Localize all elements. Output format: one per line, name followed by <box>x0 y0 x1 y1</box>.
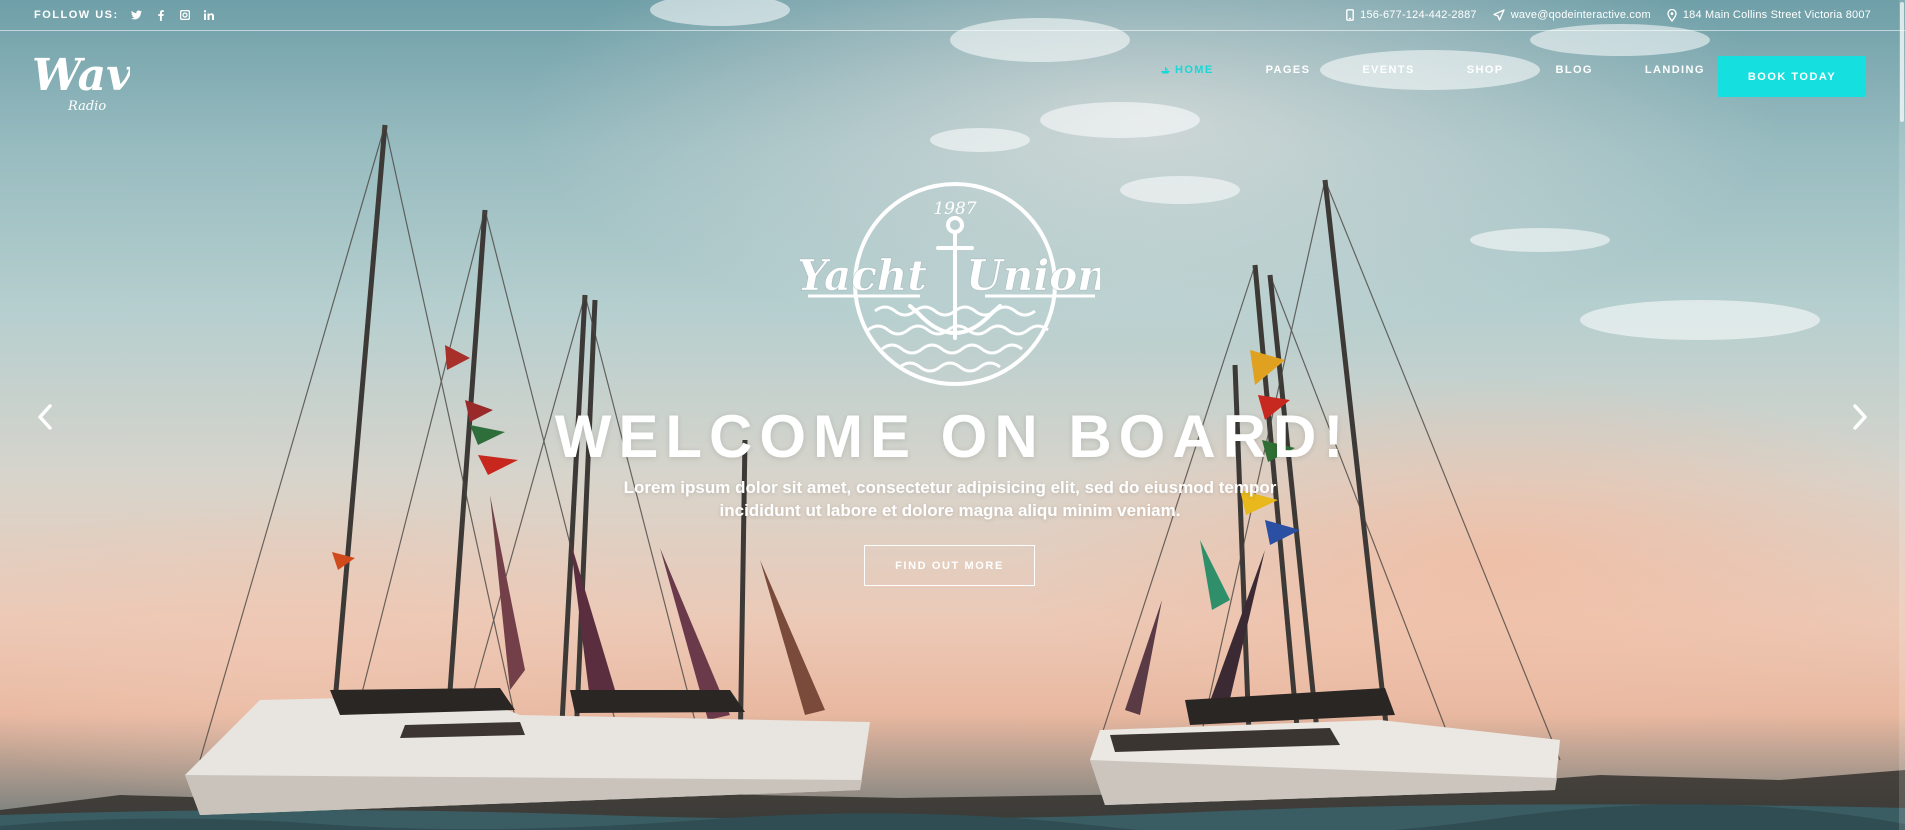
instagram-icon[interactable] <box>179 9 191 21</box>
find-out-more-button[interactable]: FIND OUT MORE <box>864 545 1035 586</box>
nav-item-shop[interactable]: SHOP <box>1467 64 1504 76</box>
nav-label-events: EVENTS <box>1362 64 1415 76</box>
follow-label: FOLLOW US: <box>34 9 119 21</box>
phone-icon <box>1346 9 1355 21</box>
contact-info: 156-677-124-442-2887 wave@qodeinteractiv… <box>1346 8 1871 22</box>
scrollbar-thumb[interactable] <box>1900 2 1904 122</box>
send-icon <box>1493 9 1505 21</box>
page-scrollbar[interactable] <box>1899 0 1905 830</box>
top-bar: FOLLOW US: 156-677-124-442-2887 wave@qod… <box>0 0 1905 31</box>
address-text: 184 Main Collins Street Victoria 8007 <box>1682 9 1871 21</box>
map-pin-icon <box>1667 8 1677 22</box>
facebook-icon[interactable] <box>155 9 167 21</box>
linkedin-icon[interactable] <box>203 9 215 21</box>
nav-label-blog: BLOG <box>1555 64 1593 76</box>
main-navigation: HOME PAGES EVENTS SHOP BLOG LANDING <box>1160 64 1757 76</box>
boat-icon <box>1161 66 1170 74</box>
nav-item-home[interactable]: HOME <box>1160 64 1214 76</box>
social-follow: FOLLOW US: <box>34 9 215 21</box>
nav-label-pages: PAGES <box>1265 64 1311 76</box>
badge-year: 1987 <box>933 199 976 219</box>
chevron-left-icon <box>38 404 52 430</box>
logo-subtext: Radio <box>67 99 106 114</box>
email-contact[interactable]: wave@qodeinteractive.com <box>1493 9 1651 21</box>
nav-item-blog[interactable]: BLOG <box>1556 64 1593 76</box>
chevron-right-icon <box>1853 404 1867 430</box>
hero-subtext: Lorem ipsum dolor sit amet, consectetur … <box>610 476 1290 522</box>
phone-text: 156-677-124-442-2887 <box>1360 9 1477 21</box>
slider-prev-arrow[interactable] <box>34 402 56 432</box>
site-logo[interactable]: Wave Radio <box>30 38 160 118</box>
address-contact: 184 Main Collins Street Victoria 8007 <box>1667 8 1871 22</box>
nav-label-shop: SHOP <box>1466 64 1504 76</box>
hero-subtext-line-2: incididunt ut labore et dolore magna ali… <box>719 501 1181 520</box>
nav-item-landing[interactable]: LANDING <box>1645 64 1705 76</box>
hero-headline: WELCOME ON BOARD! <box>554 403 1351 470</box>
logo-wordmark: Wave <box>32 50 130 101</box>
badge-left-word: Yacht <box>800 251 927 300</box>
nav-item-pages[interactable]: PAGES <box>1266 64 1311 76</box>
yacht-union-badge: 1987 Yacht Union <box>797 178 1108 388</box>
email-text: wave@qodeinteractive.com <box>1510 9 1651 21</box>
hero-subtext-line-1: Lorem ipsum dolor sit amet, consectetur … <box>623 478 1277 497</box>
slider-next-arrow[interactable] <box>1849 402 1871 432</box>
book-today-button[interactable]: BOOK TODAY <box>1718 56 1866 97</box>
badge-right-word: Union <box>966 251 1100 300</box>
nav-label-home: HOME <box>1175 64 1214 76</box>
nav-item-events[interactable]: EVENTS <box>1362 64 1414 76</box>
nav-label-landing: LANDING <box>1644 64 1705 76</box>
twitter-icon[interactable] <box>131 9 143 21</box>
phone-contact[interactable]: 156-677-124-442-2887 <box>1346 9 1477 21</box>
